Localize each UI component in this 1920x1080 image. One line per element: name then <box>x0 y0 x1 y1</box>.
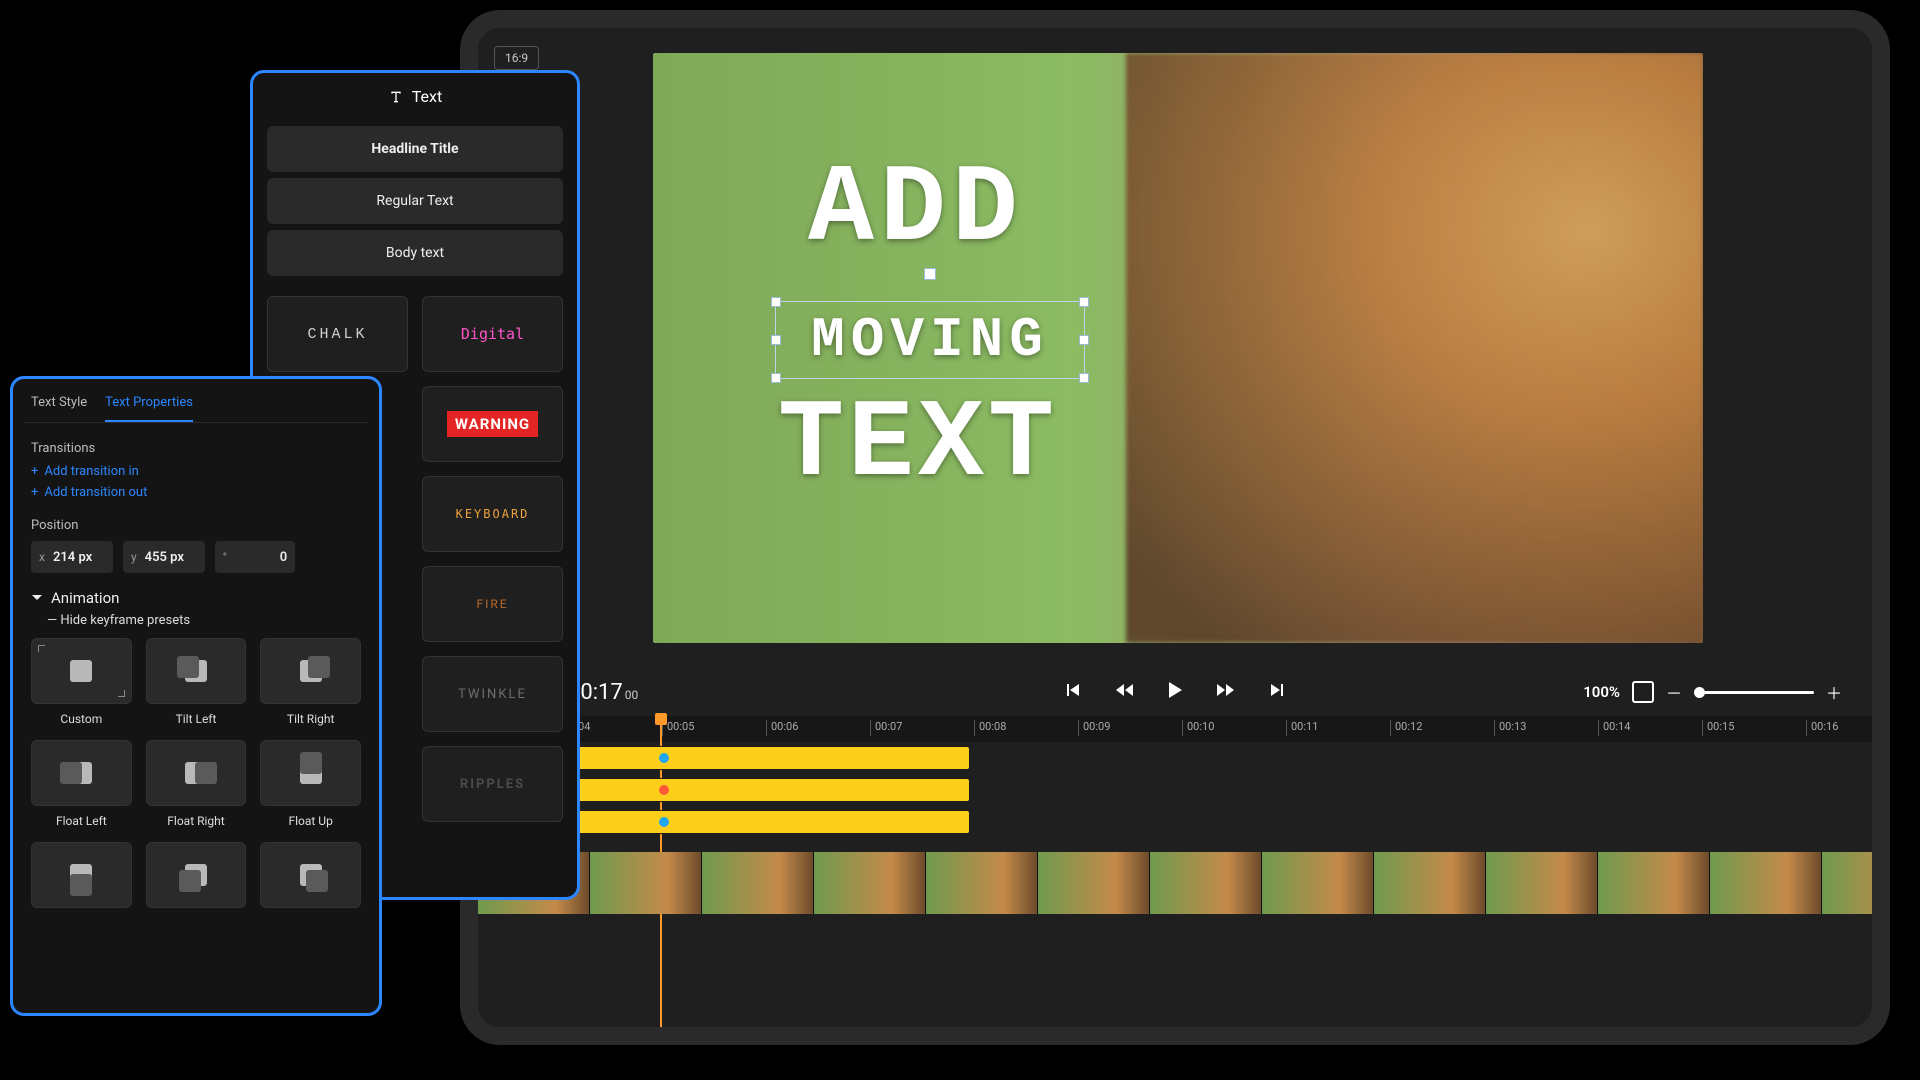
zoom-in-icon[interactable]: ＋ <box>1826 680 1842 704</box>
tab-text-properties[interactable]: Text Properties <box>105 389 193 422</box>
ruler-tick: 00:16 <box>1806 720 1838 736</box>
video-thumbnail[interactable] <box>1374 852 1486 914</box>
text-clip-3[interactable] <box>550 810 970 834</box>
text-clip-1[interactable] <box>550 746 970 770</box>
ruler-tick: 00:09 <box>1078 720 1110 736</box>
canvas-text-line-2[interactable]: MOVING <box>776 302 1084 378</box>
ruler-tick: 00:07 <box>870 720 902 736</box>
rotation-field[interactable]: ° <box>215 541 295 573</box>
laptop-bezel: 16:9 ADD MOVING TEXT 00:1700 <box>460 10 1890 1045</box>
position-x-field[interactable]: x <box>31 541 113 573</box>
video-thumbnail[interactable] <box>1598 852 1710 914</box>
video-thumbnail[interactable] <box>590 852 702 914</box>
aspect-ratio-badge[interactable]: 16:9 <box>494 46 539 70</box>
skip-start-button[interactable] <box>1065 682 1081 702</box>
preset-label: Float Left <box>56 814 107 828</box>
transitions-label: Transitions <box>31 441 361 456</box>
text-properties-panel: Text Style Text Properties Transitions +… <box>10 376 382 1016</box>
animation-preset-Tilt Right[interactable] <box>260 638 361 704</box>
video-editor-app: 16:9 ADD MOVING TEXT 00:1700 <box>478 28 1872 1027</box>
add-transition-out-button[interactable]: +Add transition out <box>31 485 361 500</box>
position-x-input[interactable] <box>53 550 113 565</box>
ruler-tick: 00:08 <box>974 720 1006 736</box>
text-style-chalk[interactable]: CHALK <box>267 296 408 372</box>
animation-preset-Custom[interactable] <box>31 638 132 704</box>
video-thumbnail[interactable] <box>1486 852 1598 914</box>
video-thumbnail[interactable] <box>1710 852 1822 914</box>
zoom-slider-knob[interactable] <box>1694 687 1705 698</box>
tab-text-style[interactable]: Text Style <box>31 389 87 422</box>
preset-label: Tilt Left <box>176 712 217 726</box>
add-transition-in-button[interactable]: +Add transition in <box>31 464 361 479</box>
video-thumbnail[interactable] <box>702 852 814 914</box>
animation-preset-preset-6[interactable] <box>31 842 132 908</box>
video-thumbnail[interactable] <box>1038 852 1150 914</box>
video-thumbnail[interactable] <box>1822 852 1890 914</box>
text-style-keyboard[interactable]: KEYBOARD <box>422 476 563 552</box>
fit-to-screen-button[interactable] <box>1632 681 1654 703</box>
timeline[interactable]: 00:0400:0500:0600:0700:0800:0900:1000:11… <box>478 716 1872 1027</box>
playback-bar: 00:1700 100% － ＋ <box>478 668 1872 716</box>
position-y-field[interactable]: y <box>123 541 205 573</box>
chevron-down-icon <box>31 592 43 604</box>
ruler-tick: 00:14 <box>1598 720 1630 736</box>
text-style-digital[interactable]: Digital <box>422 296 563 372</box>
ruler-tick: 00:13 <box>1494 720 1526 736</box>
text-style-ripples[interactable]: RIPPLES <box>422 746 563 822</box>
ruler-tick: 00:06 <box>766 720 798 736</box>
canvas-text-line-3[interactable]: TEXT <box>778 383 1058 508</box>
ruler-tick: 00:11 <box>1286 720 1318 736</box>
animation-preset-Tilt Left[interactable] <box>146 638 247 704</box>
play-button[interactable] <box>1167 681 1183 703</box>
ruler-tick: 00:12 <box>1390 720 1422 736</box>
regular-text-button[interactable]: Regular Text <box>267 178 563 224</box>
animation-preset-Float Up[interactable] <box>260 740 361 806</box>
zoom-slider[interactable] <box>1694 691 1814 694</box>
text-clip-2[interactable] <box>550 778 970 802</box>
zoom-percentage[interactable]: 100% <box>1583 683 1620 701</box>
animation-preset-Float Right[interactable] <box>146 740 247 806</box>
video-thumbnail[interactable] <box>1150 852 1262 914</box>
position-label: Position <box>31 518 361 533</box>
preset-label: Tilt Right <box>287 712 334 726</box>
text-icon <box>388 89 404 105</box>
canvas-text-line-1[interactable]: ADD <box>808 148 1024 273</box>
text-selection-box[interactable]: MOVING <box>775 301 1085 379</box>
video-track[interactable] <box>478 852 1872 914</box>
preview-canvas[interactable]: ADD MOVING TEXT <box>653 53 1703 643</box>
zoom-out-icon[interactable]: － <box>1666 680 1682 704</box>
preset-label: Custom <box>60 712 102 726</box>
animation-preset-preset-7[interactable] <box>146 842 247 908</box>
hide-keyframe-presets-link[interactable]: — Hide keyframe presets <box>47 613 361 628</box>
text-panel-title: Text <box>253 73 577 120</box>
plus-icon: + <box>31 485 38 500</box>
forward-button[interactable] <box>1217 682 1235 702</box>
rotation-input[interactable] <box>235 550 295 565</box>
ruler-tick: 00:10 <box>1182 720 1214 736</box>
animation-preset-preset-8[interactable] <box>260 842 361 908</box>
preset-label: Float Up <box>288 814 332 828</box>
preset-label: Float Right <box>167 814 224 828</box>
rewind-button[interactable] <box>1115 682 1133 702</box>
video-thumbnail[interactable] <box>1262 852 1374 914</box>
headline-title-button[interactable]: Headline Title <box>267 126 563 172</box>
video-thumbnail[interactable] <box>814 852 926 914</box>
animation-section-toggle[interactable]: Animation <box>31 589 361 607</box>
ruler-tick: 00:15 <box>1702 720 1734 736</box>
plus-icon: + <box>31 464 38 479</box>
animation-preset-Float Left[interactable] <box>31 740 132 806</box>
text-style-twinkle[interactable]: TWINKLE <box>422 656 563 732</box>
text-style-warning[interactable]: WARNING <box>422 386 563 462</box>
rotate-handle[interactable] <box>924 268 936 280</box>
preview-image <box>1126 53 1704 643</box>
skip-end-button[interactable] <box>1269 682 1285 702</box>
timeline-ruler[interactable]: 00:0400:0500:0600:0700:0800:0900:1000:11… <box>478 716 1872 742</box>
text-style-fire[interactable]: FIRE <box>422 566 563 642</box>
video-thumbnail[interactable] <box>926 852 1038 914</box>
position-y-input[interactable] <box>145 550 205 565</box>
body-text-button[interactable]: Body text <box>267 230 563 276</box>
